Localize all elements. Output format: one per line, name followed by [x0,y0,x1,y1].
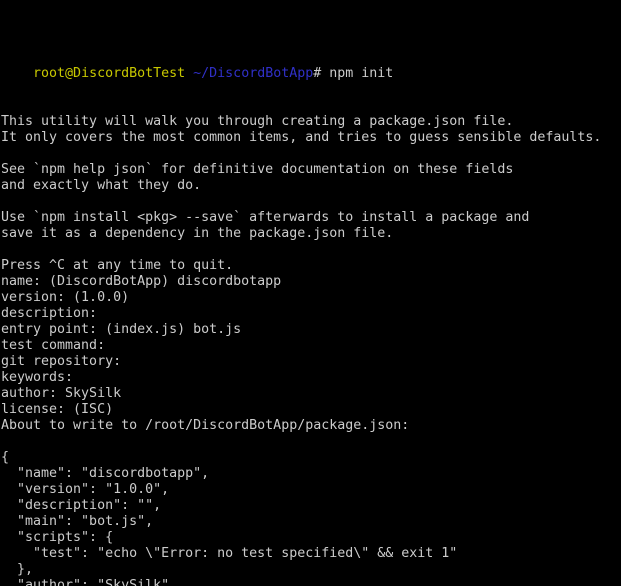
terminal-line-text: entry point: (index.js) bot.js [1,322,242,337]
terminal-line: keywords: [1,370,621,386]
prompt-path: ~/DiscordBotApp [193,66,314,81]
terminal-line-text: license: (ISC) [1,402,114,417]
terminal-line: About to write to /root/DiscordBotApp/pa… [1,418,621,434]
terminal-line: git repository: [1,354,621,370]
terminal-line-text: Use `npm install <pkg> --save` afterward… [1,210,530,225]
terminal-line-text: "name": "discordbotapp", [1,466,210,481]
terminal-line: name: (DiscordBotApp) discordbotapp [1,274,621,290]
terminal-line: "scripts": { [1,530,621,546]
terminal-line-text: This utility will walk you through creat… [1,114,514,129]
prompt-user-host: root@DiscordBotTest [33,66,186,81]
terminal-line-text: "scripts": { [1,530,114,545]
terminal-line-text [1,434,9,449]
terminal-screen[interactable]: root@DiscordBotTest ~/DiscordBotApp# npm… [0,0,621,586]
terminal-blank-line [1,194,621,210]
terminal-line: "description": "", [1,498,621,514]
terminal-blank-line [1,434,621,450]
terminal-line: "name": "discordbotapp", [1,466,621,482]
terminal-line-text: About to write to /root/DiscordBotApp/pa… [1,418,410,433]
terminal-line-text [1,146,9,161]
terminal-line-text: name: (DiscordBotApp) discordbotapp [1,274,282,289]
terminal-output: This utility will walk you through creat… [1,114,621,586]
terminal-line: license: (ISC) [1,402,621,418]
terminal-line-text: See `npm help json` for definitive docum… [1,162,514,177]
terminal-line-text: Press ^C at any time to quit. [1,258,234,273]
terminal-line-text: git repository: [1,354,122,369]
terminal-line-text: description: [1,306,98,321]
terminal-line: Press ^C at any time to quit. [1,258,621,274]
terminal-line: See `npm help json` for definitive docum… [1,162,621,178]
terminal-line: description: [1,306,621,322]
terminal-line-text: "test": "echo \"Error: no test specified… [1,546,458,561]
terminal-blank-line [1,146,621,162]
prompt-command: npm init [321,66,394,81]
terminal-line-text [1,242,9,257]
terminal-line-text: save it as a dependency in the package.j… [1,226,394,241]
terminal-line-text [1,194,9,209]
prompt-space-1 [185,66,193,81]
terminal-line: and exactly what they do. [1,178,621,194]
terminal-line: "test": "echo \"Error: no test specified… [1,546,621,562]
terminal-line-text: and exactly what they do. [1,178,202,193]
terminal-line: entry point: (index.js) bot.js [1,322,621,338]
terminal-line-text: }, [1,562,34,577]
terminal-line: author: SkySilk [1,386,621,402]
terminal-line-text: "main": "bot.js", [1,514,154,529]
terminal-blank-line [1,242,621,258]
terminal-line-text: It only covers the most common items, an… [1,130,602,145]
terminal-line: { [1,450,621,466]
terminal-line-text: author: SkySilk [1,386,122,401]
terminal-line: This utility will walk you through creat… [1,114,621,130]
terminal-line: }, [1,562,621,578]
terminal-line: save it as a dependency in the package.j… [1,226,621,242]
terminal-line-text: test command: [1,338,106,353]
terminal-line-text: version: (1.0.0) [1,290,130,305]
terminal-line-text: "author": "SkySilk", [1,578,178,586]
terminal-line: "author": "SkySilk", [1,578,621,586]
terminal-line: "version": "1.0.0", [1,482,621,498]
terminal-line: test command: [1,338,621,354]
terminal-line-text: "description": "", [1,498,162,513]
shell-prompt-line: root@DiscordBotTest ~/DiscordBotApp# npm… [1,50,621,81]
terminal-line: It only covers the most common items, an… [1,130,621,146]
terminal-line-text: { [1,450,10,465]
terminal-line-text: keywords: [1,370,74,385]
terminal-line-text: "version": "1.0.0", [1,482,170,497]
terminal-line: "main": "bot.js", [1,514,621,530]
terminal-line: Use `npm install <pkg> --save` afterward… [1,210,621,226]
terminal-line: version: (1.0.0) [1,290,621,306]
